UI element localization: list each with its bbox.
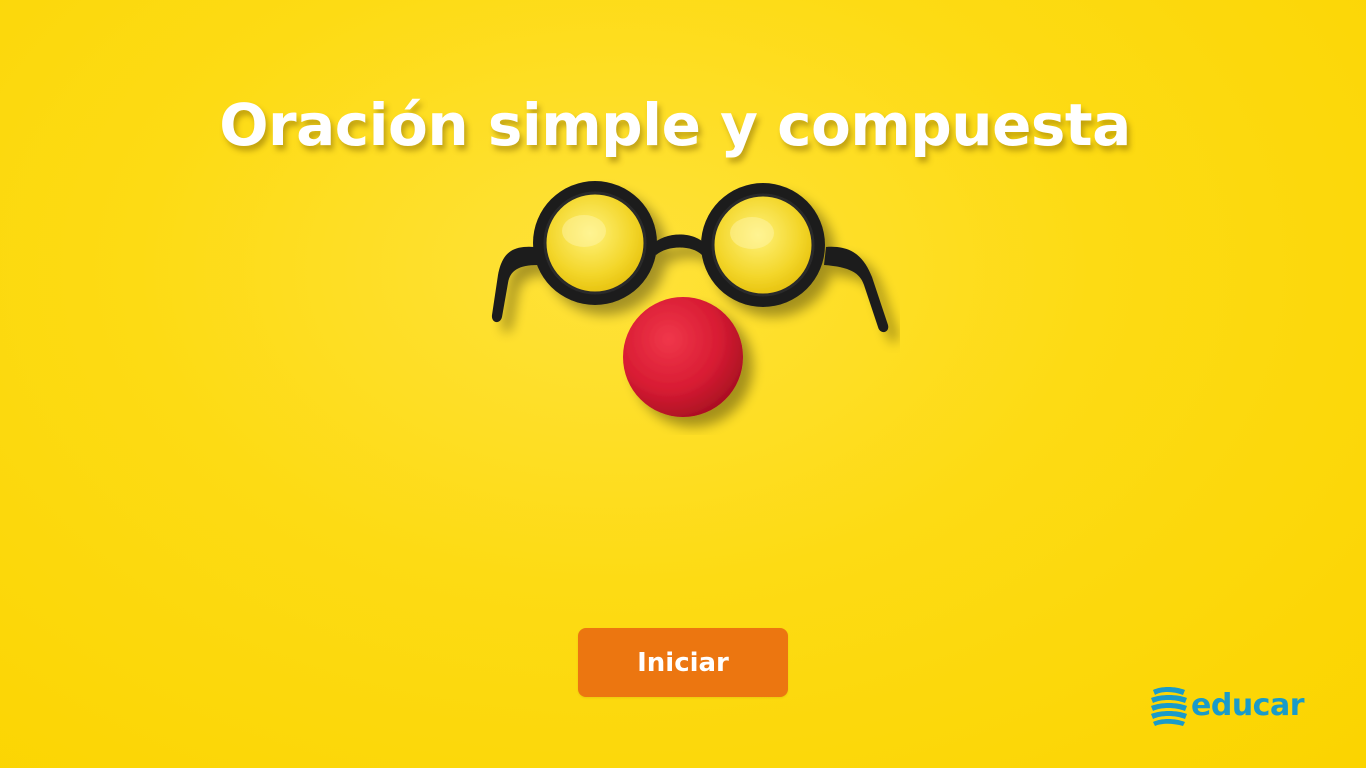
start-button[interactable]: Iniciar (578, 628, 788, 697)
educar-logo-icon (1151, 687, 1187, 726)
educar-logo-text: educar (1191, 688, 1305, 723)
slide-canvas: Oración simple y compuesta Iniciar educa… (0, 0, 1366, 768)
slide-title: Oración simple y compuesta (219, 90, 1131, 159)
clown-glasses-and-nose-icon (491, 181, 889, 417)
educar-logo: educar (1147, 684, 1317, 728)
